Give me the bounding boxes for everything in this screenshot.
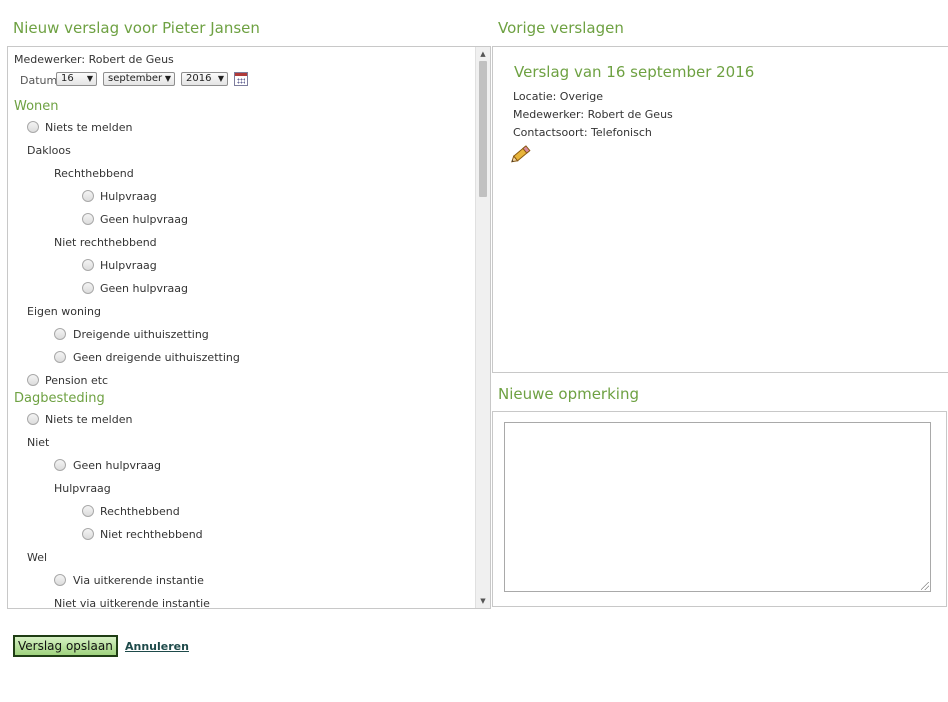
radio-eigen-woning-dreigende[interactable]: [54, 328, 66, 340]
group-label: Niet rechthebbend: [54, 236, 157, 249]
radio-dakloos-rechthebbend-geen-hulpvraag[interactable]: [82, 213, 94, 225]
chevron-down-icon: ▼: [86, 74, 93, 83]
calendar-icon[interactable]: [234, 72, 248, 86]
radio-eigen-woning-geen-dreigende[interactable]: [54, 351, 66, 363]
form-scrollbar[interactable]: ▲ ▼: [475, 47, 490, 608]
radio-dakloos-rechthebbend-hulpvraag[interactable]: [82, 190, 94, 202]
scrollbar-thumb[interactable]: [479, 61, 487, 197]
year-value: 2016: [186, 73, 212, 84]
option-label: Pension etc: [45, 374, 109, 387]
option-label: Geen dreigende uithuiszetting: [73, 351, 240, 364]
save-report-button[interactable]: Verslag opslaan: [13, 635, 118, 657]
pencil-edit-icon[interactable]: [509, 142, 533, 166]
report-medewerker: Medewerker: Robert de Geus: [513, 108, 673, 121]
month-select[interactable]: september ▼: [103, 72, 175, 86]
radio-dakloos-niet-rechthebbend-hulpvraag[interactable]: [82, 259, 94, 271]
option-label: Hulpvraag: [100, 259, 157, 272]
option-label: Geen hulpvraag: [100, 213, 189, 226]
report-contactsoort: Contactsoort: Telefonisch: [513, 126, 652, 139]
report-form-content: Medewerker: Robert de Geus Datum 16 ▼ sep…: [8, 47, 476, 608]
option-label: Geen hulpvraag: [100, 282, 189, 295]
report-form-panel: Medewerker: Robert de Geus Datum 16 ▼ sep…: [7, 46, 491, 609]
resize-grip-icon[interactable]: [921, 582, 929, 590]
day-select[interactable]: 16 ▼: [56, 72, 97, 86]
radio-hulpvraag-rechthebbend[interactable]: [82, 505, 94, 517]
new-report-title: Nieuw verslag voor Pieter Jansen: [13, 19, 260, 37]
scroll-up-arrow-icon[interactable]: ▲: [476, 47, 490, 61]
scroll-down-arrow-icon[interactable]: ▼: [476, 594, 490, 608]
group-label: Rechthebbend: [54, 167, 134, 180]
day-value: 16: [61, 73, 74, 84]
group-label: Wel: [27, 551, 48, 564]
option-label: Via uitkerende instantie: [73, 574, 204, 587]
radio-wel-via-uitkerende-instantie[interactable]: [54, 574, 66, 586]
option-label: Rechthebbend: [100, 505, 180, 518]
section-wonen: Wonen: [14, 99, 59, 114]
chevron-down-icon: ▼: [217, 74, 224, 83]
group-label: Niet via uitkerende instantie: [54, 597, 210, 608]
radio-wonen-niets[interactable]: [27, 121, 39, 133]
option-label: Niets te melden: [45, 121, 133, 134]
section-dagbesteding: Dagbesteding: [14, 391, 105, 406]
cancel-link[interactable]: Annuleren: [125, 640, 189, 653]
option-label: Geen hulpvraag: [73, 459, 162, 472]
chevron-down-icon: ▼: [164, 74, 171, 83]
radio-dakloos-niet-rechthebbend-geen-hulpvraag[interactable]: [82, 282, 94, 294]
radio-pension[interactable]: [27, 374, 39, 386]
new-comment-title: Nieuwe opmerking: [498, 385, 639, 403]
radio-niet-geen-hulpvraag[interactable]: [54, 459, 66, 471]
option-label: Hulpvraag: [100, 190, 157, 203]
comment-textarea[interactable]: [504, 422, 931, 592]
group-label: Niet: [27, 436, 50, 449]
report-title: Verslag van 16 september 2016: [514, 63, 755, 81]
radio-hulpvraag-niet-rechthebbend[interactable]: [82, 528, 94, 540]
group-label: Hulpvraag: [54, 482, 111, 495]
month-value: september: [108, 73, 163, 84]
previous-reports-title: Vorige verslagen: [498, 19, 624, 37]
option-label: Niet rechthebbend: [100, 528, 203, 541]
previous-reports-panel: Verslag van 16 september 2016 Locatie: O…: [492, 46, 948, 373]
new-comment-panel: [492, 411, 947, 607]
datum-label: Datum: [20, 74, 58, 87]
year-select[interactable]: 2016 ▼: [181, 72, 228, 86]
option-label: Dreigende uithuiszetting: [73, 328, 209, 341]
option-label: Niets te melden: [45, 413, 133, 426]
radio-dagbesteding-niets[interactable]: [27, 413, 39, 425]
report-locatie: Locatie: Overige: [513, 90, 604, 103]
group-label: Eigen woning: [27, 305, 101, 318]
group-label: Dakloos: [27, 144, 71, 157]
medewerker-label: Medewerker: Robert de Geus: [14, 53, 174, 66]
